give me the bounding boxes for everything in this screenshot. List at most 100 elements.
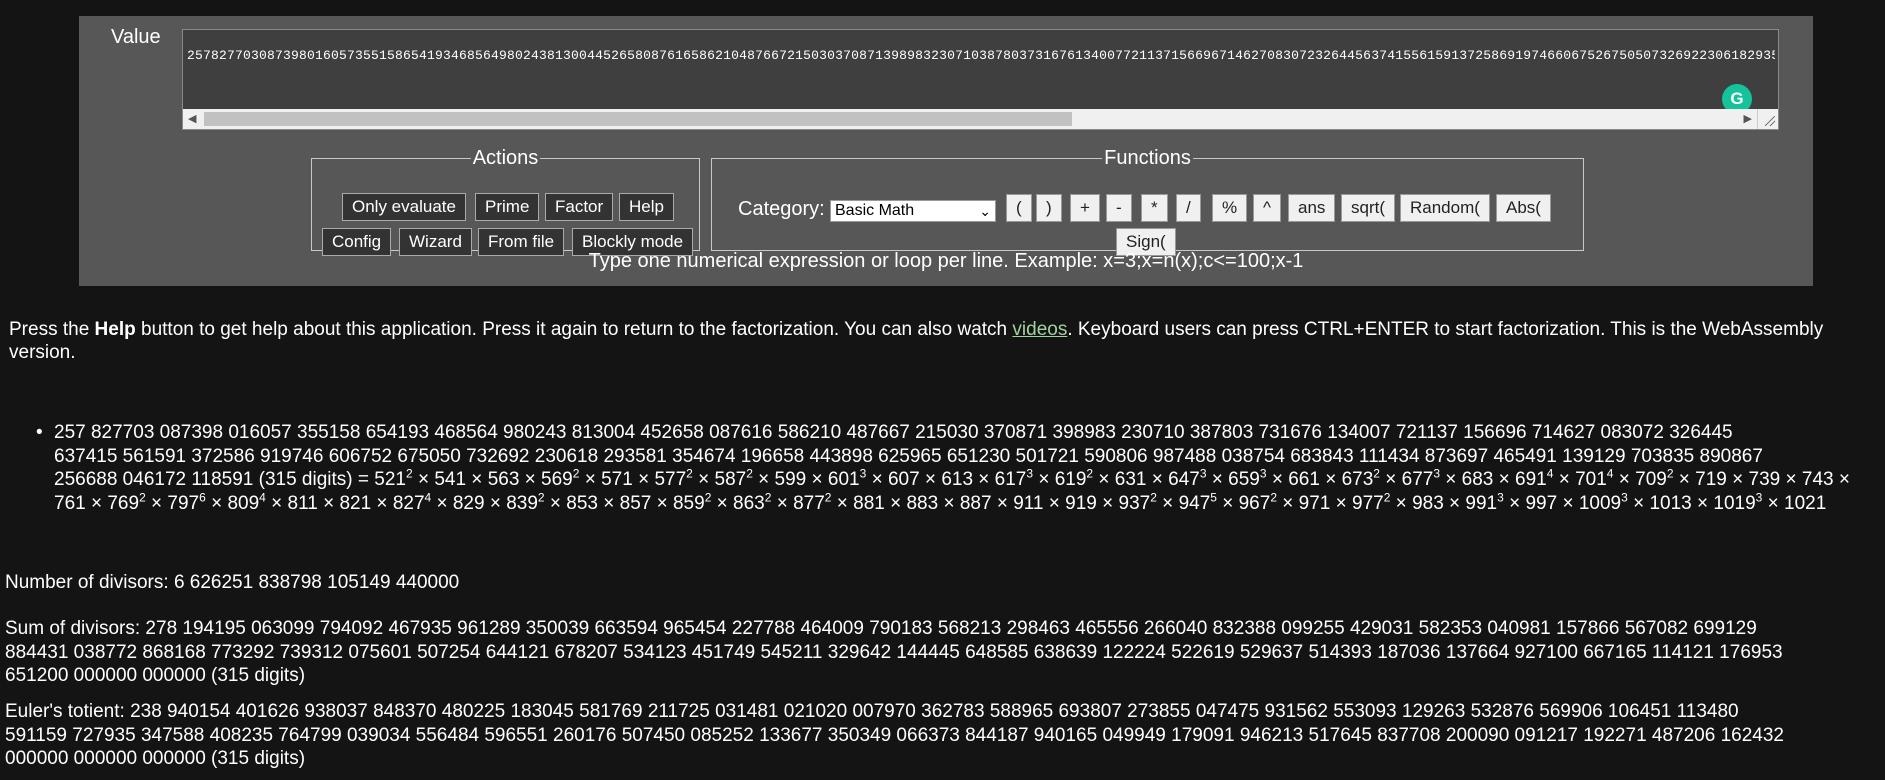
prime-factor: 853 [566, 492, 598, 514]
prime-factor: 1013 [1649, 492, 1692, 514]
divisors-sum: Sum of divisors: 278 194195 063099 79409… [5, 617, 1875, 688]
input-hint: Type one numerical expression or loop pe… [588, 250, 1304, 272]
prime-factor: 881 [853, 492, 885, 514]
prime-factor: 6173 [994, 466, 1034, 490]
number-line-3-prefix: 256688 046172 118591 (315 digits) = [54, 469, 375, 490]
input-panel: Value 2578277030873980160573551586541934… [79, 16, 1813, 286]
scroll-right-icon[interactable]: ▶ [1744, 112, 1752, 125]
factor-exponent: 3 [1621, 490, 1628, 505]
prime-factor: 6192 [1054, 466, 1094, 490]
prime-factor: 997 [1525, 492, 1558, 514]
fn-multiply-button[interactable]: * [1141, 194, 1168, 222]
factor-exponent: 3 [1259, 466, 1267, 481]
resize-grip-icon[interactable] [1757, 109, 1778, 129]
factor-exponent: 3 [1433, 466, 1441, 481]
factor-exponent: 2 [704, 490, 712, 505]
value-label: Value [111, 26, 161, 48]
scroll-left-icon[interactable]: ◀ [188, 112, 196, 125]
fn-minus-button[interactable]: - [1106, 194, 1132, 222]
prime-factor: 541 [434, 469, 467, 490]
category-label: Category: [738, 198, 825, 220]
prime-factor: 6473 [1168, 466, 1207, 490]
factor-exponent: 3 [1199, 466, 1207, 481]
prime-factor: 9672 [1238, 490, 1277, 514]
only-evaluate-button[interactable]: Only evaluate [342, 193, 466, 221]
prime-factor: 631 [1114, 469, 1147, 490]
functions-legend: Functions [1104, 147, 1191, 169]
actions-group: Actions Only evaluate Prime Factor Help … [311, 147, 700, 256]
fn-sqrt-button[interactable]: sqrt( [1341, 194, 1395, 222]
fn-close-paren-button[interactable]: ) [1036, 194, 1062, 222]
factor-exponent: 3 [1026, 466, 1034, 481]
prime-factor: 10093 [1578, 490, 1628, 514]
prime-factor: 1021 [1784, 492, 1827, 514]
prime-factor: 911 [1013, 492, 1044, 514]
prime-factor: 6593 [1228, 466, 1267, 490]
category-select[interactable]: Basic Math ⌄ [830, 200, 996, 222]
factor-exponent: 2 [1270, 490, 1277, 505]
factor-exponent: 2 [1666, 466, 1674, 481]
prime-factor: 613 [941, 469, 974, 490]
factor-exponent: 3 [859, 466, 867, 481]
help-button[interactable]: Help [619, 193, 674, 221]
help-bold: Help [94, 319, 136, 340]
prime-factor: 6732 [1341, 466, 1380, 490]
value-text[interactable]: 2578277030873980160573551586541934685649… [187, 48, 1775, 63]
videos-link[interactable]: videos [1012, 319, 1067, 340]
prime-factor: 8632 [733, 490, 772, 514]
factor-exponent: 5 [1210, 490, 1217, 505]
factor-exponent: 2 [1086, 466, 1094, 481]
prime-factor: 919 [1065, 492, 1097, 514]
prime-factor: 8392 [506, 490, 545, 514]
prime-factor: 9772 [1352, 490, 1391, 514]
value-textarea[interactable]: 2578277030873980160573551586541934685649… [182, 29, 1779, 130]
prime-factor: 8094 [227, 490, 266, 514]
prime-factor: 6914 [1515, 466, 1554, 490]
prime-factor: 857 [619, 492, 652, 514]
divisors-count: Number of divisors: 6 626251 838798 1051… [5, 572, 460, 593]
factor-lines: 256688 046172 118591 (315 digits) = 5212… [54, 466, 1850, 514]
help-text-middle: button to get help about this applicatio… [135, 319, 1013, 340]
euler-totient: Euler's totient: 238 940154 401626 93803… [5, 700, 1875, 771]
fn-plus-button[interactable]: + [1070, 194, 1100, 222]
prime-factor: 887 [959, 492, 992, 514]
fn-open-paren-button[interactable]: ( [1006, 194, 1032, 222]
prime-factor: 607 [887, 469, 920, 490]
scrollbar-thumb[interactable] [204, 112, 1072, 126]
prime-factor: 739 [1748, 469, 1781, 490]
fn-abs-button[interactable]: Abs( [1496, 194, 1551, 222]
prime-factor: 599 [774, 469, 807, 490]
factor-exponent: 4 [1546, 466, 1554, 481]
functions-group: Functions Category: Basic Math ⌄ ( ) + -… [711, 147, 1584, 256]
prime-factor: 971 [1298, 492, 1331, 514]
prime-factor: 661 [1288, 469, 1320, 490]
factor-exponent: 4 [424, 490, 432, 505]
actions-legend: Actions [472, 147, 539, 169]
factor-exponent: 2 [405, 466, 413, 481]
prime-factor: 9475 [1178, 490, 1217, 514]
prime-factor: 719 [1695, 469, 1727, 490]
prime-factor: 10193 [1713, 490, 1763, 514]
prime-factor: 8274 [392, 490, 432, 514]
divisors-sum-line-2: 884431 038772 868168 773292 739312 07560… [5, 641, 1783, 663]
prime-button[interactable]: Prime [475, 193, 540, 221]
fn-ans-button[interactable]: ans [1288, 194, 1336, 222]
horizontal-scrollbar[interactable]: ◀ ▶ [183, 109, 1778, 129]
prime-factor: 829 [452, 492, 485, 514]
prime-factor: 6773 [1401, 466, 1441, 490]
prime-factor: 6013 [827, 466, 867, 490]
prime-factor: 7976 [167, 490, 206, 514]
number-line-2: 637415 561591 372586 919746 606752 67505… [54, 445, 1763, 467]
prime-factor: 811 [287, 492, 318, 514]
fn-random-button[interactable]: Random( [1400, 194, 1490, 222]
fn-modulo-button[interactable]: % [1212, 194, 1248, 222]
factor-exponent: 2 [764, 490, 772, 505]
fn-divide-button[interactable]: / [1176, 194, 1201, 222]
help-text-start: Press the [9, 319, 95, 340]
factor-button[interactable]: Factor [545, 193, 614, 221]
factor-exponent: 3 [1497, 490, 1504, 505]
prime-factor: 7092 [1635, 466, 1674, 490]
prime-factor: 7692 [107, 490, 146, 514]
fn-power-button[interactable]: ^ [1253, 194, 1281, 222]
prime-factor: 8772 [793, 490, 832, 514]
